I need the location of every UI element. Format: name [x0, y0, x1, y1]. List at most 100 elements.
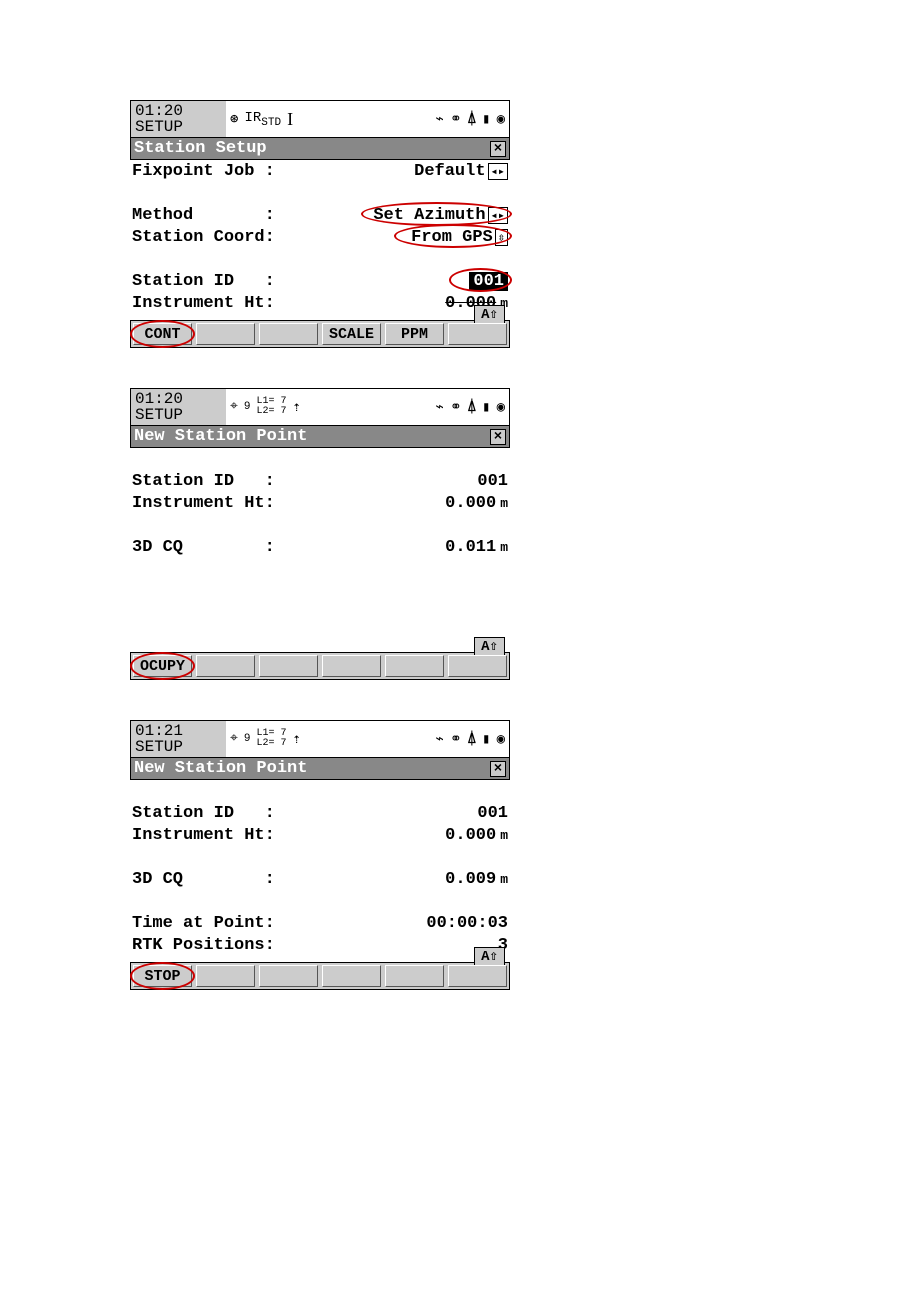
link-icon: ⚭ [450, 731, 462, 748]
form-row: Station Coord:From GPS⇳ [130, 226, 510, 248]
softkey-stop[interactable]: STOP [133, 965, 192, 987]
field-label: Instrument Ht: [132, 826, 275, 845]
arrow-left-right-icon[interactable]: ◂▸ [488, 163, 508, 180]
antenna-icon: ⍋ [468, 399, 476, 416]
blank-row [130, 624, 510, 646]
battery-icon: ▮ [482, 111, 490, 128]
softkey-empty [322, 965, 381, 987]
softkey-empty [259, 655, 318, 677]
unit-label: m [500, 828, 508, 843]
battery-icon: ▮ [482, 399, 490, 416]
signal-icon: L1= 7L2= 7 [257, 729, 287, 749]
sat-count: 9 [244, 733, 251, 745]
window-titlebar: Station Setup × [130, 138, 510, 160]
value-text: 001 [469, 272, 508, 291]
field-value[interactable]: From GPS⇳ [411, 228, 508, 247]
unit-label: m [500, 540, 508, 555]
clock: 01:21 [135, 723, 226, 739]
unit-label: m [500, 496, 508, 511]
blank-row [130, 248, 510, 270]
softkey-ppm[interactable]: PPM [385, 323, 444, 345]
close-icon[interactable]: × [490, 761, 506, 777]
battery-icon: ▮ [482, 731, 490, 748]
antenna-icon: ⍋ [468, 731, 476, 748]
window-title: New Station Point [134, 759, 307, 778]
tribrach-icon: ⌖ [230, 731, 238, 747]
device-screen: 01:21SETUP⌖9L1= 7L2= 7⇡⌁⚭⍋▮◉New Station … [130, 720, 510, 990]
field-label: Time at Point: [132, 914, 275, 933]
field-value: 0.011 m [445, 538, 508, 557]
field-label: Method : [132, 206, 275, 225]
field-value: 001 [477, 472, 508, 491]
blank-row [130, 602, 510, 624]
clock: 01:20 [135, 391, 226, 407]
window-title: New Station Point [134, 427, 307, 446]
form-row: 3D CQ : 0.011 m [130, 536, 510, 558]
softkey-bar: A⇧OCUPY [130, 652, 510, 680]
softkey-ocupy[interactable]: OCUPY [133, 655, 192, 677]
field-value[interactable]: 001 [469, 272, 508, 291]
field-value: 001 [477, 804, 508, 823]
link-icon: ⚭ [450, 399, 462, 416]
shift-indicator: A⇧ [474, 305, 505, 323]
field-value[interactable]: Set Azimuth◂▸ [373, 206, 508, 225]
window-title: Station Setup [134, 139, 267, 158]
softkey-cont[interactable]: CONT [133, 323, 192, 345]
value-text: From GPS [411, 228, 493, 247]
softkey-empty [259, 965, 318, 987]
value-text: 0.000 [445, 826, 496, 845]
tribrach-icon: ⌖ [230, 399, 238, 415]
value-text: 001 [477, 804, 508, 823]
topbar-icons: ⌖ 9 L1= 7L2= 7 ⇡ ⌁ ⚭ ⍋ ▮ ◉ [226, 721, 509, 757]
field-label: Instrument Ht: [132, 294, 275, 313]
survey-mode-icon: ⇡ [293, 731, 301, 748]
field-value[interactable]: Default◂▸ [414, 162, 508, 181]
mode-label: SETUP [135, 119, 226, 135]
value-text: Default [414, 162, 485, 181]
field-value: 00:00:03 [426, 914, 508, 933]
softkey-empty [448, 655, 507, 677]
field-label: Instrument Ht: [132, 494, 275, 513]
topbar-time-mode: 01:20SETUP [131, 389, 226, 425]
disk-icon: ◉ [497, 731, 505, 748]
ir-mode: IRSTD [244, 110, 281, 129]
device-screen: 01:20SETUP⌖9L1= 7L2= 7⇡⌁⚭⍋▮◉New Station … [130, 388, 510, 680]
disk-icon: ◉ [497, 111, 505, 128]
form-row: 3D CQ :0.009m [130, 868, 510, 890]
softkey-label: PPM [401, 326, 428, 343]
field-value: 0.000 m [445, 826, 508, 845]
value-text: 001 [477, 472, 508, 491]
topbar-time-mode: 01:20SETUP [131, 101, 226, 137]
softkey-scale[interactable]: SCALE [322, 323, 381, 345]
blank-row [130, 780, 510, 802]
form-row: Station ID :001 [130, 270, 510, 292]
arrow-left-right-icon[interactable]: ◂▸ [488, 207, 508, 224]
softkey-label: SCALE [329, 326, 374, 343]
softkey-label: STOP [144, 968, 180, 985]
shift-indicator: A⇧ [474, 637, 505, 655]
blank-row [130, 580, 510, 602]
survey-mode-icon: ⇡ [293, 399, 301, 416]
close-icon[interactable]: × [490, 141, 506, 157]
form-row: Instrument Ht:0.000m [130, 492, 510, 514]
bluetooth-icon: ⌁ [436, 399, 444, 416]
value-text: 0.011 [445, 538, 496, 557]
window-titlebar: New Station Point × [130, 426, 510, 448]
unit-label: m [500, 872, 508, 887]
field-label: 3D CQ : [132, 538, 275, 557]
softkey-empty [196, 323, 255, 345]
form-row: Instrument Ht: 0.000 m [130, 824, 510, 846]
bluetooth-icon: ⌁ [436, 731, 444, 748]
softkey-label: OCUPY [140, 658, 185, 675]
value-text: 00:00:03 [426, 914, 508, 933]
arrow-up-down-icon[interactable]: ⇳ [495, 229, 508, 246]
softkey-empty [448, 323, 507, 345]
softkey-empty [196, 965, 255, 987]
shift-indicator: A⇧ [474, 947, 505, 965]
softkey-empty [385, 655, 444, 677]
softkey-empty [448, 965, 507, 987]
close-icon[interactable]: × [490, 429, 506, 445]
mode-label: SETUP [135, 407, 226, 423]
signal-icon: L1= 7L2= 7 [257, 397, 287, 417]
softkey-empty [196, 655, 255, 677]
